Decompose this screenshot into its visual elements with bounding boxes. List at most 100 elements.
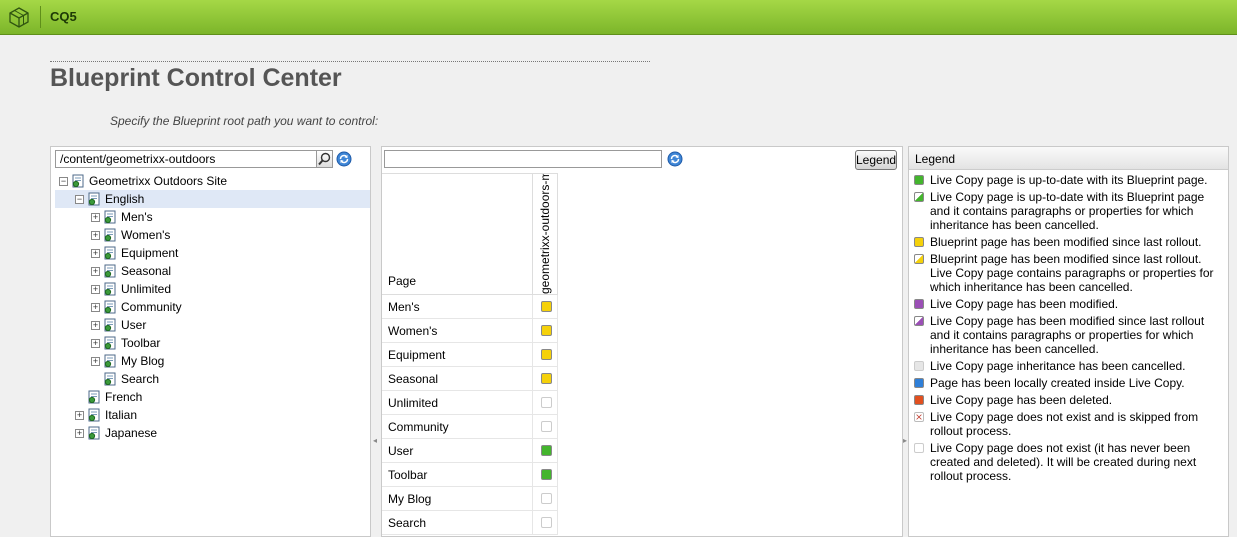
status-cell[interactable] <box>532 295 558 318</box>
status-cell[interactable] <box>532 367 558 390</box>
tree-node-label: Women's <box>121 228 171 242</box>
grid-row[interactable]: Women's <box>382 319 558 343</box>
legend-yellow-icon <box>914 237 924 247</box>
collapse-left-arrow-icon[interactable]: ◂ <box>373 436 377 445</box>
page-name-cell: Women's <box>388 324 438 338</box>
grid-row[interactable]: Seasonal <box>382 367 558 391</box>
tree-node[interactable]: + Toolbar <box>55 334 370 352</box>
status-cell[interactable] <box>532 415 558 438</box>
expand-toggle-icon[interactable]: + <box>91 213 100 222</box>
left-splitter[interactable]: ◂ <box>373 146 378 537</box>
legend-green-icon <box>914 175 924 185</box>
page-icon <box>103 318 117 332</box>
legend-item: Blueprint page has been modified since l… <box>913 252 1223 294</box>
expand-toggle-icon[interactable]: + <box>91 303 100 312</box>
page-icon <box>103 264 117 278</box>
page-name-cell: Toolbar <box>388 468 428 482</box>
expand-toggle-icon[interactable]: + <box>91 357 100 366</box>
expand-toggle-icon[interactable]: + <box>91 339 100 348</box>
status-green-icon <box>541 445 552 456</box>
tree-node[interactable]: + Italian <box>55 406 370 424</box>
brand-label[interactable]: CQ5 <box>50 9 77 24</box>
page-icon <box>103 282 117 296</box>
tree-node[interactable]: + Women's <box>55 226 370 244</box>
legend-item: Blueprint page has been modified since l… <box>913 235 1223 249</box>
status-cell[interactable] <box>532 439 558 462</box>
refresh-grid-icon[interactable] <box>667 151 683 167</box>
status-empty-icon <box>541 517 552 528</box>
legend-yellow-partial-icon <box>914 254 924 264</box>
tree-node[interactable]: + Men's <box>55 208 370 226</box>
page-icon <box>87 192 101 206</box>
expand-toggle-icon[interactable]: + <box>75 429 84 438</box>
grid-row[interactable]: My Blog <box>382 487 558 511</box>
grid-row[interactable]: Search <box>382 511 558 535</box>
title-rule <box>50 61 650 62</box>
tree-node[interactable]: − Geometrixx Outdoors Site <box>55 172 370 190</box>
legend-item: Live Copy page does not exist (it has ne… <box>913 441 1223 483</box>
expand-toggle-icon[interactable]: + <box>91 231 100 240</box>
status-cell[interactable] <box>532 319 558 342</box>
collapse-right-arrow-icon[interactable]: ▸ <box>903 436 907 445</box>
status-cell[interactable] <box>532 343 558 366</box>
page-icon <box>87 390 101 404</box>
grid-row[interactable]: User <box>382 439 558 463</box>
tree-node-label: Seasonal <box>121 264 172 278</box>
tree-node[interactable]: + Community <box>55 298 370 316</box>
status-yellow-icon <box>541 373 552 384</box>
status-empty-icon <box>541 493 552 504</box>
tree-node[interactable]: − English <box>55 190 370 208</box>
expand-toggle-icon[interactable]: + <box>91 321 100 330</box>
page-name-cell: User <box>388 444 414 458</box>
refresh-icon[interactable] <box>336 151 352 167</box>
tree-node[interactable]: + Unlimited <box>55 280 370 298</box>
tree-node[interactable]: + User <box>55 316 370 334</box>
expand-toggle-icon[interactable]: + <box>91 267 100 276</box>
status-cell[interactable] <box>532 391 558 414</box>
grid-row[interactable]: Community <box>382 415 558 439</box>
status-cell[interactable] <box>532 511 558 534</box>
expand-toggle-icon[interactable]: + <box>75 411 84 420</box>
page-icon <box>103 336 117 350</box>
status-yellow-icon <box>541 301 552 312</box>
search-button[interactable] <box>316 150 333 168</box>
tree-node[interactable]: French <box>55 388 370 406</box>
cq5-logo-icon[interactable] <box>8 6 30 28</box>
page-name-cell: My Blog <box>388 492 432 506</box>
blueprint-path-input[interactable] <box>55 150 317 168</box>
status-green-icon <box>541 469 552 480</box>
legend-item: Live Copy page is up-to-date with its Bl… <box>913 173 1223 187</box>
legend-item-text: Blueprint page has been modified since l… <box>930 252 1214 294</box>
collapse-toggle-icon[interactable]: − <box>75 195 84 204</box>
page-icon <box>103 228 117 242</box>
collapse-toggle-icon[interactable]: − <box>59 177 68 186</box>
page-icon <box>103 300 117 314</box>
page-icon <box>87 408 101 422</box>
expand-toggle-icon[interactable]: + <box>91 285 100 294</box>
status-cell[interactable] <box>532 463 558 486</box>
tree-node-label: English <box>105 192 145 206</box>
tree-node[interactable]: Search <box>55 370 370 388</box>
legend-list: Live Copy page is up-to-date with its Bl… <box>913 173 1223 486</box>
legend-item: Live Copy page does not exist and is ski… <box>913 410 1223 438</box>
live-copy-filter-input[interactable] <box>384 150 662 168</box>
tree-node[interactable]: + Seasonal <box>55 262 370 280</box>
page-name-cell: Community <box>388 420 449 434</box>
grid-row[interactable]: Equipment <box>382 343 558 367</box>
tree-node[interactable]: + Equipment <box>55 244 370 262</box>
live-copy-column-header[interactable]: geometrixx-outdoors-mobile <box>532 174 558 295</box>
tree-node-label: Unlimited <box>121 282 172 296</box>
expand-toggle-icon[interactable]: + <box>91 249 100 258</box>
page-icon <box>103 246 117 260</box>
grid-row[interactable]: Men's <box>382 295 558 319</box>
page-name-cell: Men's <box>388 300 420 314</box>
legend-item-text: Live Copy page is up-to-date with its Bl… <box>930 190 1205 232</box>
tree-node[interactable]: + Japanese <box>55 424 370 442</box>
page-column-header[interactable]: Page <box>388 274 416 288</box>
status-cell[interactable] <box>532 487 558 510</box>
tree-node[interactable]: + My Blog <box>55 352 370 370</box>
grid-row[interactable]: Toolbar <box>382 463 558 487</box>
grid-header: Page geometrixx-outdoors-mobile <box>382 173 558 295</box>
legend-button[interactable]: Legend <box>855 150 897 170</box>
grid-row[interactable]: Unlimited <box>382 391 558 415</box>
